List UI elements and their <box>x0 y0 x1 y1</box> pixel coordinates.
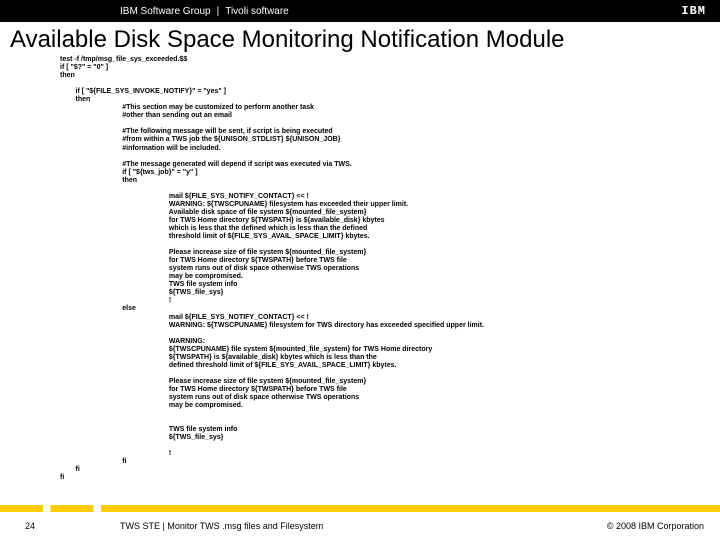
script-code-block: test -f /tmp/msg_file_sys_exceeded.$$ if… <box>60 56 720 482</box>
ibm-logo: IBM <box>681 4 706 18</box>
footer: 24 TWS STE | Monitor TWS .msg files and … <box>0 512 720 540</box>
page-title: Available Disk Space Monitoring Notifica… <box>10 26 720 54</box>
header-product: Tivoli software <box>225 6 289 17</box>
footer-center: TWS STE | Monitor TWS .msg files and Fil… <box>60 521 607 531</box>
header-group: IBM Software Group <box>120 6 211 17</box>
header-bar: IBM Software Group | Tivoli software IBM <box>0 0 720 22</box>
header-divider: | <box>217 6 220 17</box>
footer-copyright: © 2008 IBM Corporation <box>607 521 720 531</box>
page-number: 24 <box>0 521 60 531</box>
gold-strip <box>0 505 720 512</box>
